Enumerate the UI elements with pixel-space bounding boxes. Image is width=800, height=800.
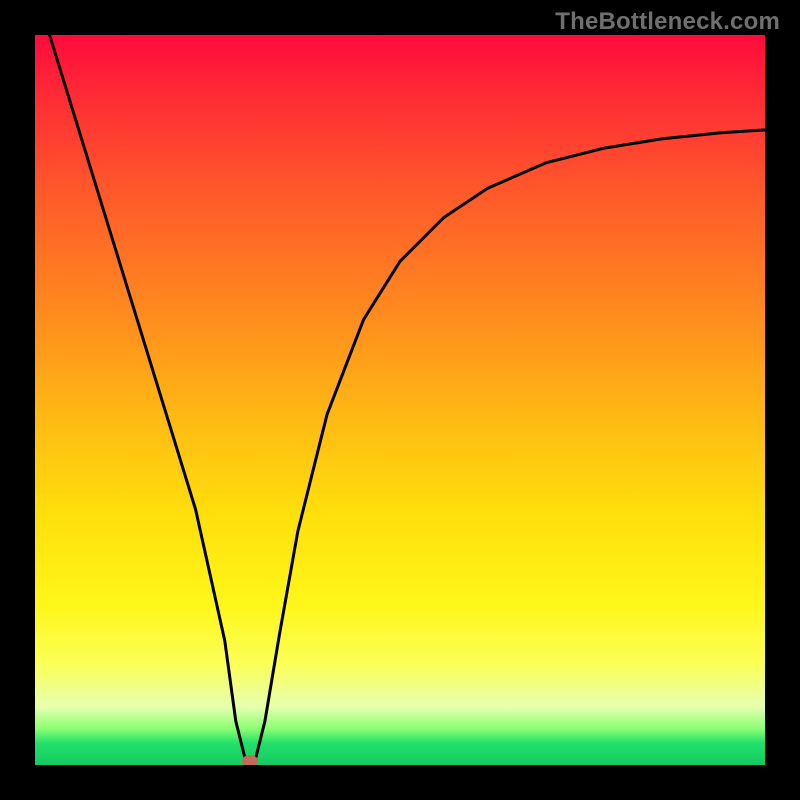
watermark-text: TheBottleneck.com: [555, 8, 780, 36]
optimum-marker: [242, 755, 258, 765]
plot-area: [35, 35, 765, 765]
chart-frame: TheBottleneck.com: [0, 0, 800, 800]
bottleneck-curve: [35, 35, 765, 765]
